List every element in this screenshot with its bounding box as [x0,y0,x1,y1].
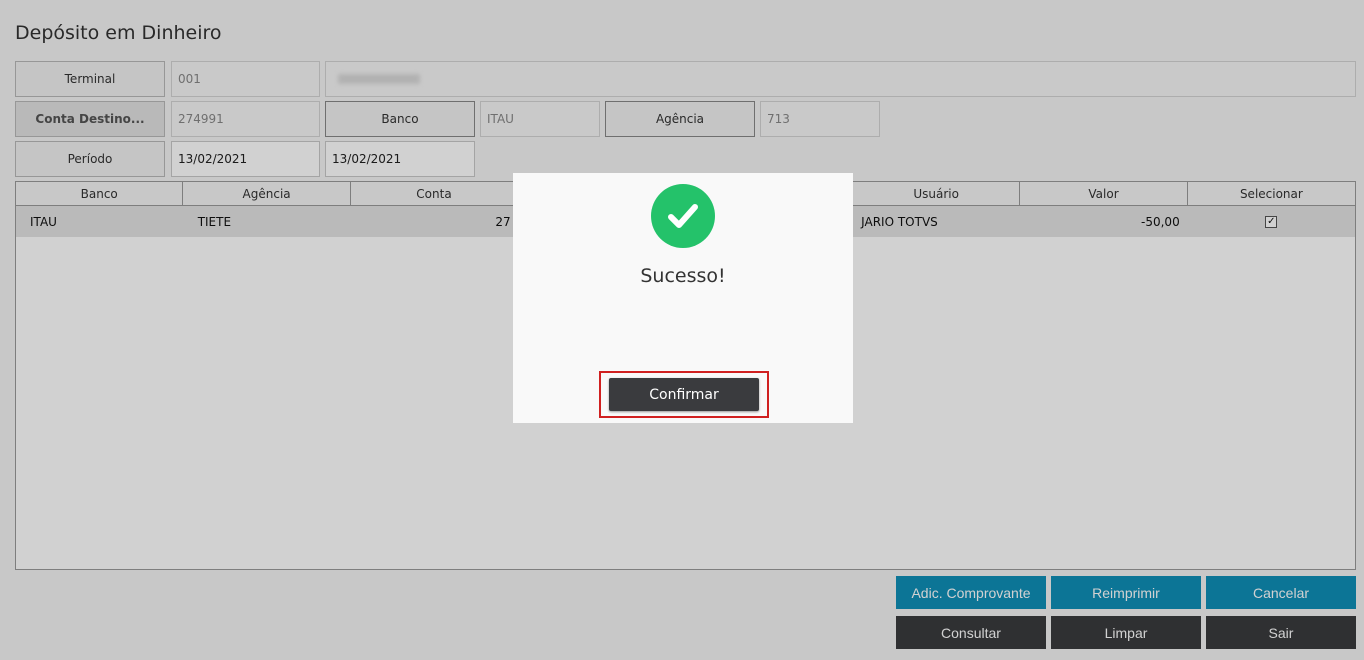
check-circle-icon [651,184,715,248]
success-dialog: Sucesso! Confirmar [513,173,853,423]
dialog-title: Sucesso! [640,265,726,287]
confirm-button[interactable]: Confirmar [609,378,759,411]
confirm-highlight: Confirmar [599,371,769,418]
